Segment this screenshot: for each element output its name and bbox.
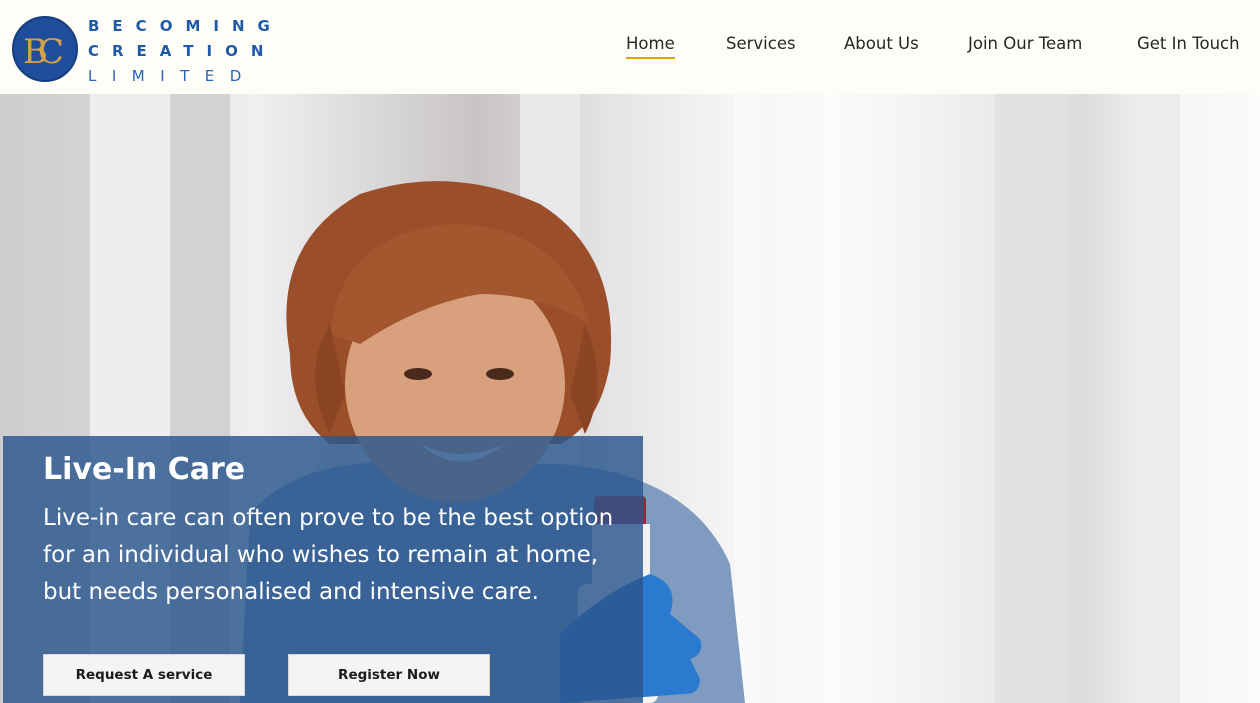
hero-card: Live-In Care Live-in care can often prov…	[3, 436, 643, 703]
hero-banner: Live-In Care Live-in care can often prov…	[0, 94, 1260, 703]
nav-about-us[interactable]: About Us	[844, 34, 919, 57]
brand-line-2: CREATION	[88, 42, 277, 60]
nav-join-our-team[interactable]: Join Our Team	[968, 34, 1082, 57]
register-now-button[interactable]: Register Now	[288, 654, 490, 696]
brand-logo[interactable]: B C BECOMING CREATION LIMITED	[12, 14, 283, 85]
nav-get-in-touch[interactable]: Get In Touch	[1137, 34, 1240, 57]
nav-home[interactable]: Home	[626, 34, 675, 59]
site-header: B C BECOMING CREATION LIMITED Home Servi…	[0, 0, 1260, 94]
brand-line-1: BECOMING	[88, 17, 283, 35]
nav-services[interactable]: Services	[726, 34, 796, 57]
hero-title: Live-In Care	[43, 452, 246, 487]
svg-text:C: C	[38, 32, 64, 72]
main-nav: Home Services About Us Join Our Team Get…	[626, 34, 1246, 64]
request-service-button[interactable]: Request A service	[43, 654, 245, 696]
brand-line-3: LIMITED	[88, 67, 257, 85]
hero-description: Live-in care can often prove to be the b…	[43, 505, 614, 605]
monogram-badge: B C	[12, 16, 78, 82]
